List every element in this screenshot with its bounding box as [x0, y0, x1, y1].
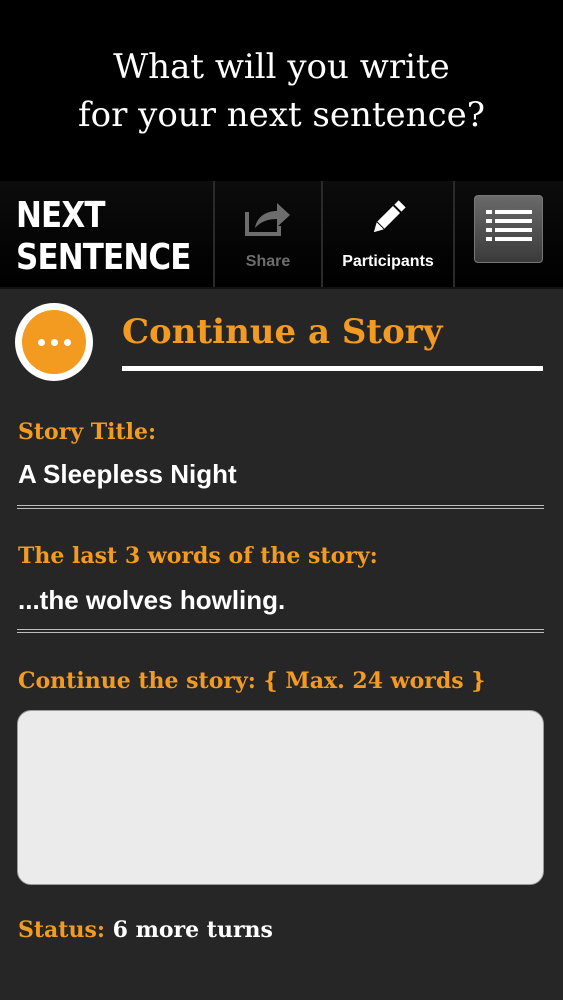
- logo-line-1: NEXT: [16, 195, 105, 236]
- share-label: Share: [245, 252, 291, 270]
- pencil-icon: [368, 198, 408, 243]
- last-words-value: ...the wolves howling.: [18, 585, 286, 615]
- section-title: Continue a Story: [122, 312, 443, 352]
- app-logo: NEXT SENTENCE: [16, 195, 191, 279]
- continue-story-input[interactable]: [17, 710, 544, 885]
- story-title-label: Story Title:: [18, 419, 157, 445]
- divider: [17, 629, 544, 633]
- logo-line-2: SENTENCE: [16, 237, 191, 278]
- menu-button[interactable]: [474, 195, 543, 263]
- promo-line-2: for your next sentence?: [78, 94, 485, 135]
- participants-label: Participants: [342, 252, 434, 270]
- share-icon: [243, 198, 293, 243]
- status-line: Status: 6 more turns: [18, 917, 273, 943]
- story-title-value: A Sleepless Night: [18, 459, 237, 489]
- last-words-label: The last 3 words of the story:: [18, 543, 378, 569]
- ellipsis-icon: [15, 303, 93, 381]
- list-menu-icon: [484, 207, 534, 252]
- toolbar-divider: [453, 181, 455, 287]
- status-label: Status:: [18, 917, 105, 943]
- promo-banner: What will you write for your next senten…: [0, 0, 563, 181]
- divider: [17, 505, 544, 509]
- continue-label: Continue the story: { Max. 24 words }: [18, 668, 486, 694]
- promo-line-1: What will you write: [113, 46, 450, 87]
- status-value: 6 more turns: [112, 917, 273, 943]
- share-button[interactable]: Share: [215, 181, 321, 287]
- title-underline: [122, 366, 543, 371]
- participants-button[interactable]: Participants: [323, 181, 453, 287]
